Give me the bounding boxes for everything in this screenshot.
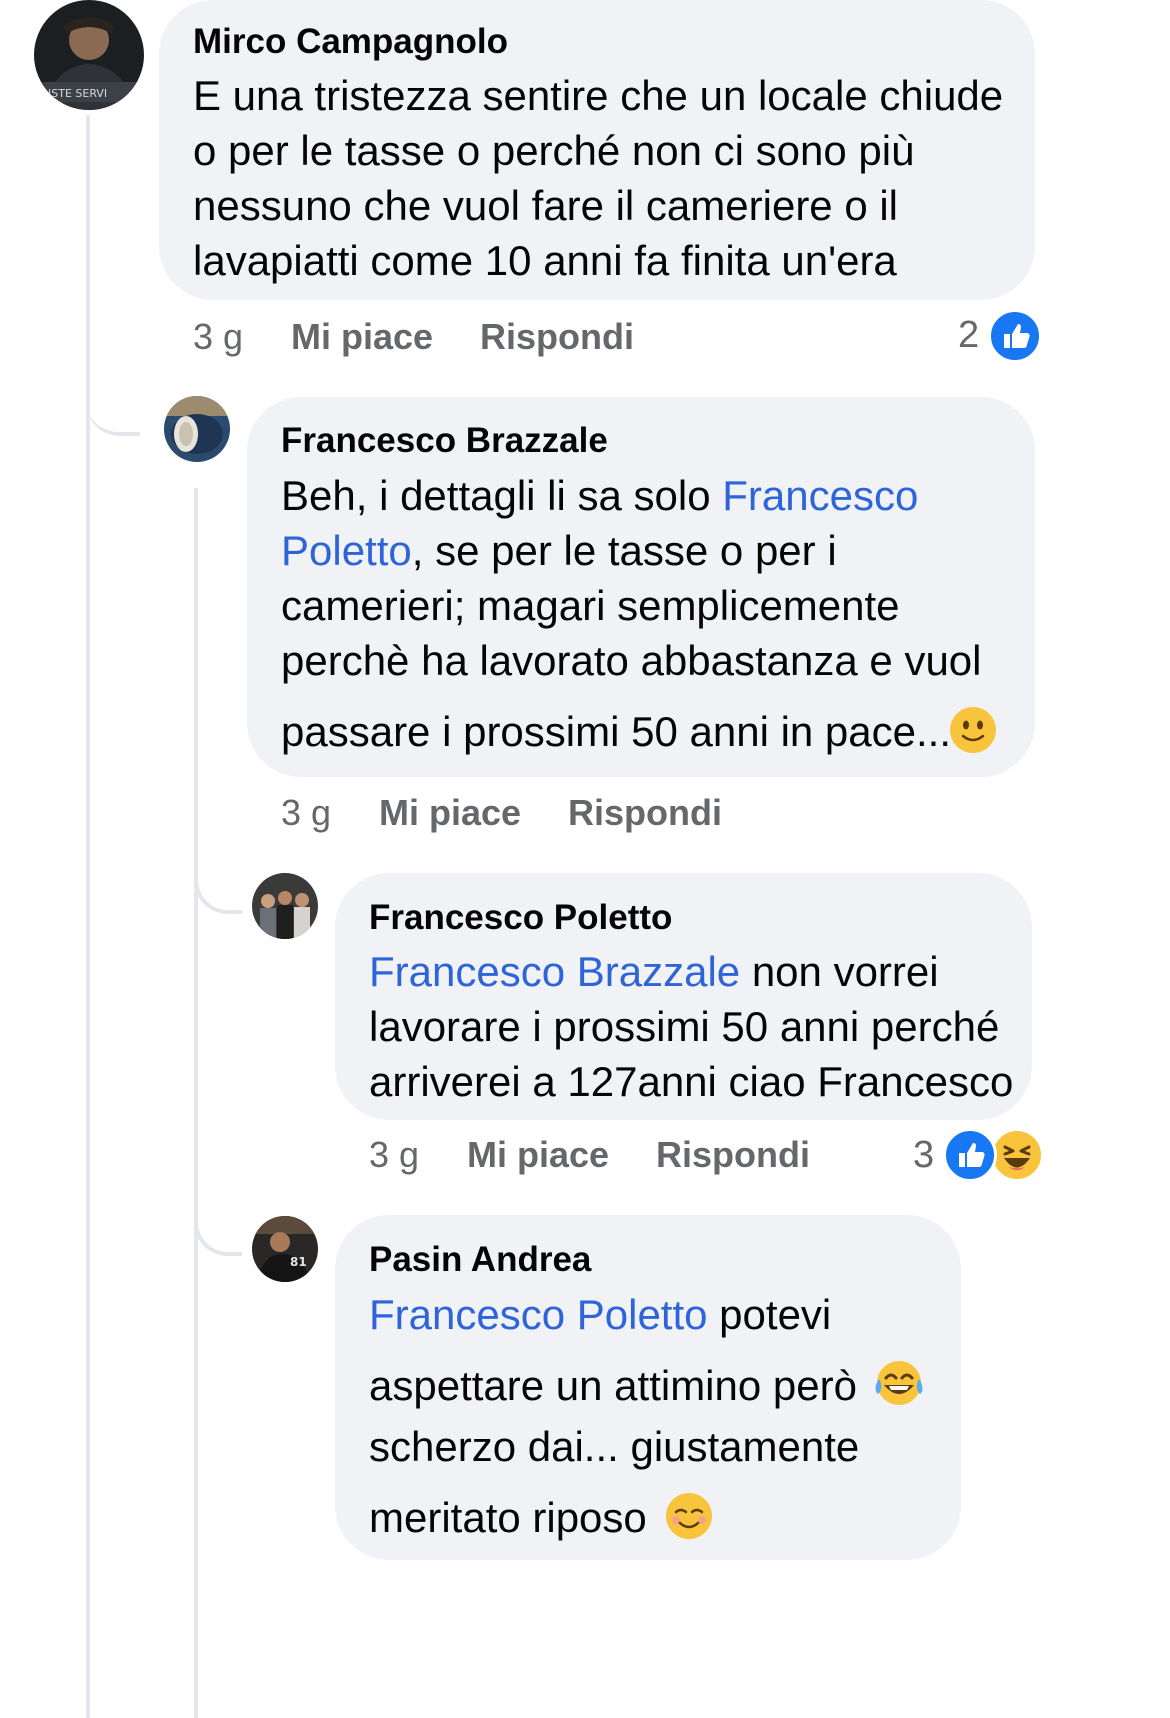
comment-text-line: E una tristezza sentire che un locale ch… (193, 72, 1004, 119)
smiling-face-icon (664, 1491, 714, 1541)
like-button[interactable]: Mi piace (467, 1134, 609, 1176)
comment-timestamp: 3 g (369, 1134, 420, 1175)
like-button[interactable]: Mi piace (379, 792, 521, 834)
mention-link[interactable]: Francesco Brazzale (369, 948, 740, 995)
comment-text-line: meritato riposo (369, 1494, 647, 1541)
mention-link[interactable]: Francesco (722, 472, 918, 519)
thread-connector-1 (86, 370, 140, 436)
laughing-icon[interactable] (990, 1128, 1044, 1182)
like-button[interactable]: Mi piace (291, 316, 433, 358)
comment-timestamp: 3 g (193, 316, 244, 357)
avatar-francesco-poletto[interactable] (252, 873, 318, 939)
comment-text-line: o per le tasse o perché non ci sono più (193, 127, 915, 174)
comment-text-line: lavorare i prossimi 50 anni perché (369, 1003, 1000, 1050)
comment-text: passare i prossimi 50 anni in pace... (281, 708, 952, 755)
reaction-count[interactable]: 3 (913, 1134, 934, 1177)
like-icon[interactable] (943, 1128, 997, 1182)
reply-button[interactable]: Rispondi (568, 792, 722, 834)
thread-line-main (86, 115, 90, 1718)
comment-text-line: arriverei a 127anni ciao Francesco (369, 1058, 1014, 1105)
comment-text: potevi (707, 1291, 832, 1338)
svg-text:ISTE SERVI: ISTE SERVI (48, 87, 107, 100)
mention-link[interactable]: Francesco Poletto (369, 1291, 708, 1338)
comment-text-line: Francesco Brazzale non vorrei (369, 948, 939, 996)
avatar-francesco-brazzale[interactable] (164, 396, 230, 462)
slightly-smiling-face-icon (948, 705, 998, 755)
reply-button[interactable]: Rispondi (480, 316, 634, 358)
comment-text-line: nessuno che vuol fare il cameriere o il (193, 182, 899, 229)
thread-connector-2 (194, 850, 242, 914)
thread-line-replies (194, 488, 198, 1718)
comment-author[interactable]: Pasin Andrea (369, 1240, 591, 1280)
comment-author[interactable]: Francesco Brazzale (281, 421, 608, 461)
comment-text-line: passare i prossimi 50 anni in pace... (281, 708, 951, 756)
avatar-mirco-campagnolo[interactable]: ISTE SERVI (34, 0, 144, 110)
comment-text: non vorrei (740, 948, 939, 995)
comment-text-line: Francesco Poletto potevi (369, 1291, 831, 1339)
mention-link[interactable]: Poletto (281, 527, 412, 574)
comment-timestamp: 3 g (281, 792, 332, 833)
reaction-count[interactable]: 2 (958, 314, 979, 357)
avatar-pasin-andrea[interactable]: 81 (252, 1216, 318, 1282)
comment-text-line: Poletto, se per le tasse o per i (281, 527, 837, 575)
svg-text:81: 81 (290, 1255, 307, 1269)
comment-text-line: camerieri; magari semplicemente (281, 582, 900, 629)
tears-of-joy-icon (872, 1358, 926, 1408)
comment-text-line: lavapiatti come 10 anni fa finita un'era (193, 237, 897, 284)
reply-button[interactable]: Rispondi (656, 1134, 810, 1176)
comment-text-line: perchè ha lavorato abbastanza e vuol (281, 637, 982, 684)
comment-text: , se per le tasse o per i (411, 527, 837, 574)
thread-connector-3 (194, 1192, 242, 1256)
comment-text-line: aspettare un attimino però (369, 1362, 857, 1409)
comment-text-line: Beh, i dettagli li sa solo Francesco (281, 472, 918, 520)
comment-author[interactable]: Francesco Poletto (369, 898, 672, 938)
comment-text: Beh, i dettagli li sa solo (281, 472, 723, 519)
comment-text-line: scherzo dai... giustamente (369, 1423, 860, 1470)
like-icon[interactable] (988, 309, 1042, 363)
comment-author[interactable]: Mirco Campagnolo (193, 22, 508, 62)
